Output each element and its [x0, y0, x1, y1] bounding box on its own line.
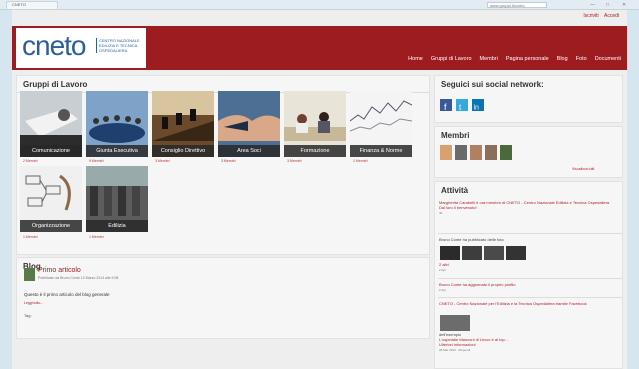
group-tile-finanza[interactable]: Finanza & Norme	[350, 91, 412, 157]
nav-membri[interactable]: Membri	[480, 56, 498, 62]
activity-photo[interactable]	[484, 246, 504, 260]
members-title: Membri	[441, 131, 470, 140]
divider	[438, 297, 623, 298]
group-label: Consiglio Direttivo	[152, 145, 214, 157]
logo-subtitle: Centro Nazionale Edilizia e Tecnica Ospe…	[96, 38, 144, 53]
divider	[438, 278, 623, 279]
group-label: Organizzazione	[20, 220, 82, 232]
group-count: 2 Membri	[23, 159, 38, 163]
page: Iscriviti Accedi cneto Centro Nazionale …	[12, 10, 627, 369]
nav-pagina-personale[interactable]: Pagina personale	[506, 56, 549, 62]
activity-time: 2 Apr	[439, 268, 447, 272]
minimize-icon[interactable]: —	[590, 2, 595, 8]
blog-post-title[interactable]: Primo articolo	[38, 267, 81, 274]
activity-meta: 2 altri 2 Apr	[439, 262, 449, 273]
activity-photo[interactable]	[440, 246, 460, 260]
member-avatar[interactable]	[470, 145, 482, 160]
activity-item: CNETO - Centro Nazionale per l'Edilizia …	[439, 301, 619, 306]
activity-thumbnail[interactable]	[440, 315, 470, 331]
social-title: Seguici sui social network:	[441, 80, 544, 89]
group-tile-formazione[interactable]: Formazione	[284, 91, 346, 157]
nav-documenti[interactable]: Documenti	[595, 56, 621, 62]
top-links: Iscriviti Accedi	[579, 13, 619, 19]
group-count: 9 Membri	[89, 159, 104, 163]
member-avatar[interactable]	[440, 145, 452, 160]
activity-time: 2 Apr	[439, 288, 447, 292]
member-avatar[interactable]	[485, 145, 497, 160]
nav-blog[interactable]: Blog	[557, 56, 568, 62]
twitter-icon[interactable]: t	[456, 99, 468, 112]
read-more-link[interactable]: Leggi tutto...	[24, 301, 43, 305]
activity-time: 40	[439, 211, 443, 215]
browser-chrome: CNETO www.gruppi.it/cneto — □ ✕	[0, 0, 639, 10]
group-count: 3 Membri	[155, 159, 170, 163]
login-link[interactable]: Accedi	[604, 13, 619, 19]
group-count: 1 Membri	[353, 159, 368, 163]
group-count: 3 Membri	[221, 159, 236, 163]
maximize-icon[interactable]: □	[606, 2, 609, 8]
group-tile-area-soci[interactable]: Area Soci	[218, 91, 280, 157]
activity-photo[interactable]	[506, 246, 526, 260]
activity-detail: dell'esempio L'ospedale Manzoni di Lecco…	[439, 332, 619, 353]
svg-text:in: in	[474, 105, 480, 112]
group-label: Area Soci	[218, 145, 280, 157]
nav-foto[interactable]: Foto	[576, 56, 587, 62]
group-label: Giunta Esecutiva	[86, 145, 148, 157]
group-tile-comunicazione[interactable]: Comunicazione	[20, 91, 82, 157]
blog-tags: Tag:	[24, 313, 32, 318]
activity-title: Attività	[441, 186, 469, 195]
group-tile-giunta[interactable]: Giunta Esecutiva	[86, 91, 148, 157]
linkedin-icon[interactable]: in	[472, 99, 484, 112]
group-tile-edilizia[interactable]: Edilizia	[86, 166, 148, 232]
address-bar[interactable]: www.gruppi.it/cneto	[487, 2, 547, 8]
logo-word: cneto	[22, 30, 86, 61]
blog-post-meta: Pubblicato da Bruno Conte 12 Marzo 2014 …	[38, 276, 119, 280]
activity-item: Margherita Carabelli è ora membro di CNE…	[439, 200, 619, 216]
view-all-members-link[interactable]: Visualizza tutti	[572, 167, 594, 172]
activity-item: Bruno Conte ha aggiornato il proprio pro…	[439, 282, 619, 293]
activity-text[interactable]: CNETO - Centro Nazionale per l'Edilizia …	[439, 301, 587, 306]
group-tile-consiglio[interactable]: Consiglio Direttivo	[152, 91, 214, 157]
activity-sub[interactable]: Dai loro il benvenuto!	[439, 205, 477, 210]
group-count: 1 Membri	[23, 235, 38, 239]
member-avatar[interactable]	[500, 145, 512, 160]
group-label: Finanza & Norme	[350, 145, 412, 157]
browser-tab-title: CNETO	[12, 2, 26, 7]
activity-photo[interactable]	[462, 246, 482, 260]
site-logo[interactable]: cneto Centro Nazionale Edilizia e Tecnic…	[16, 28, 146, 68]
group-tile-organizzazione[interactable]: Organizzazione	[20, 166, 82, 232]
svg-text:f: f	[444, 102, 447, 112]
activity-sub[interactable]: 2 altri	[439, 262, 449, 267]
site-header: cneto Centro Nazionale Edilizia e Tecnic…	[12, 26, 627, 70]
activity-date: 28 Mar 2013 · Rispondi	[439, 348, 471, 352]
facebook-icon[interactable]: f	[440, 99, 452, 112]
activity-text: Bruno Conte ha pubblicato delle foto	[439, 237, 504, 242]
more-info-link[interactable]: Ulteriori informazioni	[439, 342, 475, 347]
group-label: Formazione	[284, 145, 346, 157]
nav-home[interactable]: Home	[408, 56, 423, 62]
activity-text[interactable]: Bruno Conte ha aggiornato il proprio pro…	[439, 282, 516, 287]
activity-item: Bruno Conte ha pubblicato delle foto	[439, 237, 619, 242]
main-nav: Home Gruppi di Lavoro Membri Pagina pers…	[408, 56, 621, 62]
svg-text:t: t	[459, 103, 462, 112]
signup-link[interactable]: Iscriviti	[583, 13, 598, 19]
close-icon[interactable]: ✕	[622, 2, 626, 8]
member-avatar[interactable]	[455, 145, 467, 160]
divider	[438, 233, 623, 234]
view-all-label[interactable]: Visualizza tutti	[572, 167, 594, 171]
blog-post-text: Questo è il primo articolo del blog gene…	[24, 292, 110, 297]
nav-gruppi[interactable]: Gruppi di Lavoro	[431, 56, 472, 62]
group-count: 1 Membri	[89, 235, 104, 239]
group-count: 3 Membri	[287, 159, 302, 163]
group-label: Comunicazione	[20, 145, 82, 157]
group-label: Edilizia	[86, 220, 148, 232]
author-avatar[interactable]	[24, 268, 35, 281]
